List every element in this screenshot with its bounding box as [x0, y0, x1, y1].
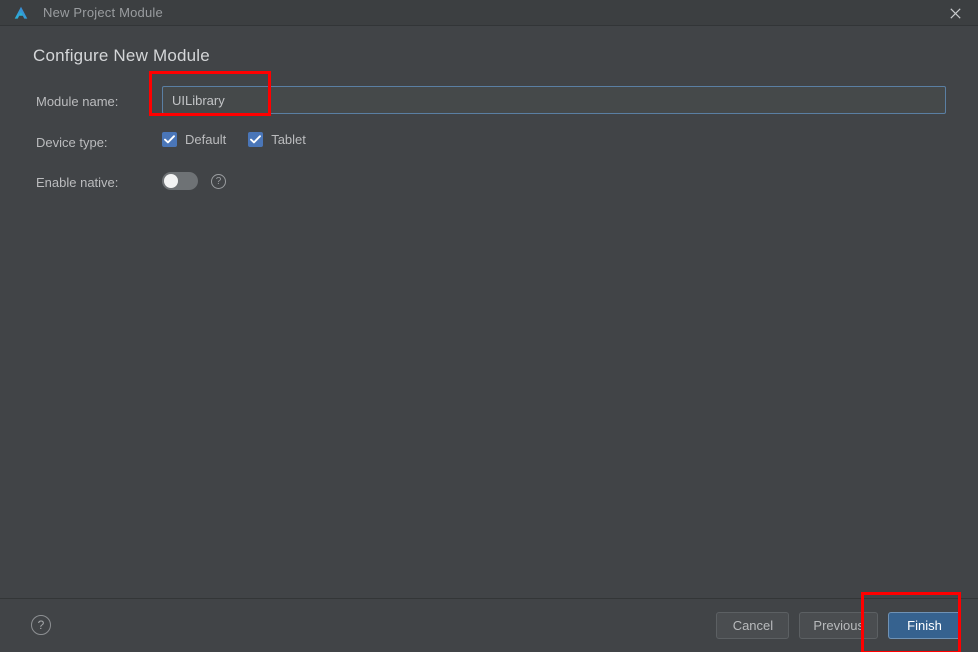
checkbox-tablet[interactable]: Tablet [248, 132, 306, 147]
toggle-knob [164, 174, 178, 188]
help-circle-icon[interactable]: ? [211, 173, 226, 189]
device-type-row: Device type: Default Tablet [0, 132, 978, 154]
module-name-row: Module name: [0, 86, 978, 116]
module-name-label: Module name: [36, 94, 119, 109]
module-name-input[interactable] [162, 86, 946, 114]
window-title: New Project Module [43, 5, 163, 20]
enable-native-toggle[interactable] [162, 172, 198, 190]
finish-button[interactable]: Finish [888, 612, 961, 639]
android-studio-logo-icon [13, 5, 29, 21]
previous-button[interactable]: Previous [799, 612, 878, 639]
footer-button-group: Cancel Previous Finish [716, 612, 961, 639]
dialog-footer: ? Cancel Previous Finish [0, 598, 978, 652]
checkbox-tablet-label: Tablet [271, 132, 306, 147]
checkbox-default-label: Default [185, 132, 227, 147]
title-bar: New Project Module [0, 0, 978, 26]
enable-native-label: Enable native: [36, 175, 119, 190]
help-circle-icon[interactable]: ? [31, 615, 51, 635]
enable-native-controls: ? [162, 172, 226, 190]
checkbox-default[interactable]: Default [162, 132, 226, 147]
checkmark-icon [162, 132, 177, 147]
dialog-content: Configure New Module Module name: Device… [0, 26, 978, 598]
close-icon[interactable] [932, 0, 978, 26]
checkmark-icon [248, 132, 264, 147]
page-title: Configure New Module [33, 46, 210, 65]
device-type-checkbox-group: Default Tablet [162, 132, 306, 147]
enable-native-row: Enable native: ? [0, 172, 978, 194]
cancel-button[interactable]: Cancel [716, 612, 790, 639]
device-type-label: Device type: [36, 135, 108, 150]
